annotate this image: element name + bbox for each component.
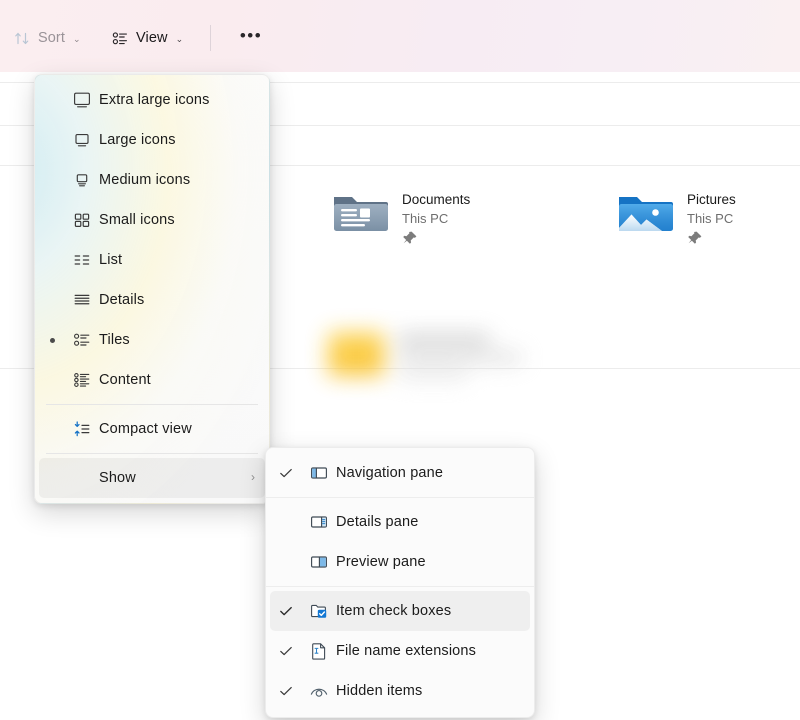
pin-icon — [402, 230, 418, 246]
view-menu-flyout: Extra large icons Large icons — [34, 74, 270, 504]
menu-item-content[interactable]: Content — [39, 360, 265, 400]
list-item-text: Documents This PC — [402, 190, 470, 246]
pictures-folder-icon — [617, 190, 673, 238]
menu-item-medium-icons[interactable]: Medium icons — [39, 160, 265, 200]
content-view-icon — [65, 370, 99, 390]
details-pane-icon — [302, 512, 336, 532]
submenu-divider — [266, 497, 534, 498]
sort-arrows-icon — [14, 30, 31, 47]
sort-button-label: Sort — [38, 31, 65, 46]
menu-item-tiles[interactable]: Tiles — [39, 320, 265, 360]
chevron-right-icon: › — [251, 470, 255, 484]
list-item-name: Pictures — [687, 192, 736, 209]
small-icons-icon — [65, 210, 99, 230]
view-button-label: View — [136, 31, 168, 46]
see-more-button[interactable]: ••• — [224, 22, 278, 54]
medium-icons-icon — [65, 170, 99, 190]
menu-item-label: Extra large icons — [99, 92, 255, 108]
pin-icon — [687, 230, 703, 246]
checkmark-icon — [270, 465, 302, 481]
menu-item-label: Small icons — [99, 212, 255, 228]
redacted-text — [398, 330, 522, 386]
list-item-redacted — [328, 330, 518, 392]
view-list-icon — [112, 30, 129, 47]
chevron-down-icon: ⌄ — [73, 34, 81, 45]
submenu-item-navigation-pane[interactable]: Navigation pane — [270, 453, 530, 493]
large-icons-icon — [65, 130, 99, 150]
selection-bullet — [39, 338, 65, 343]
menu-item-label: Show — [99, 470, 245, 486]
submenu-item-preview-pane[interactable]: Preview pane — [270, 542, 530, 582]
menu-item-label: Content — [99, 372, 255, 388]
checkmark-icon — [270, 603, 302, 619]
menu-item-details[interactable]: Details — [39, 280, 265, 320]
ellipsis-icon: ••• — [240, 27, 262, 44]
submenu-item-label: Hidden items — [336, 683, 520, 699]
file-explorer-window: Sort ⌄ View ⌄ ••• — [0, 0, 800, 720]
documents-folder-icon — [332, 190, 388, 238]
menu-item-label: Tiles — [99, 332, 255, 348]
checkmark-icon — [270, 683, 302, 699]
submenu-item-details-pane[interactable]: Details pane — [270, 502, 530, 542]
hidden-items-eye-icon — [302, 681, 336, 701]
tiles-view-icon — [65, 330, 99, 350]
list-item-subtitle: This PC — [402, 210, 470, 228]
menu-item-label: List — [99, 252, 255, 268]
folder-icon-blurred — [328, 332, 384, 376]
menu-item-label: Large icons — [99, 132, 255, 148]
list-item-subtitle: This PC — [687, 210, 736, 228]
toolbar-divider — [210, 25, 211, 51]
navigation-pane-icon — [302, 463, 336, 483]
sort-button[interactable]: Sort ⌄ — [6, 22, 89, 54]
item-check-boxes-icon — [302, 601, 336, 621]
menu-item-compact-view[interactable]: Compact view — [39, 409, 265, 449]
details-view-icon — [65, 290, 99, 310]
menu-item-list[interactable]: List — [39, 240, 265, 280]
list-item-text: Pictures This PC — [687, 190, 736, 246]
menu-item-label: Medium icons — [99, 172, 255, 188]
menu-item-small-icons[interactable]: Small icons — [39, 200, 265, 240]
file-name-extensions-icon — [302, 641, 336, 661]
submenu-item-file-name-extensions[interactable]: File name extensions — [270, 631, 530, 671]
list-item-name: Documents — [402, 192, 470, 209]
command-bar: Sort ⌄ View ⌄ ••• — [0, 0, 800, 72]
show-submenu-flyout: Navigation pane Details pane — [265, 447, 535, 718]
submenu-item-label: Item check boxes — [336, 603, 520, 619]
menu-item-large-icons[interactable]: Large icons — [39, 120, 265, 160]
menu-item-extra-large-icons[interactable]: Extra large icons — [39, 80, 265, 120]
menu-divider — [46, 453, 258, 454]
submenu-item-item-check-boxes[interactable]: Item check boxes — [270, 591, 530, 631]
submenu-item-label: Navigation pane — [336, 465, 520, 481]
menu-divider — [46, 404, 258, 405]
submenu-divider — [266, 586, 534, 587]
menu-item-label: Details — [99, 292, 255, 308]
list-view-icon — [65, 250, 99, 270]
compact-view-icon — [65, 419, 99, 439]
checkmark-icon — [270, 643, 302, 659]
menu-item-show[interactable]: Show › — [39, 458, 265, 498]
list-item[interactable]: Pictures This PC — [617, 190, 736, 246]
preview-pane-icon — [302, 552, 336, 572]
submenu-item-label: File name extensions — [336, 643, 520, 659]
menu-item-label: Compact view — [99, 421, 255, 437]
extra-large-icons-icon — [65, 90, 99, 110]
list-item[interactable]: Documents This PC — [332, 190, 470, 246]
chevron-down-icon: ⌄ — [176, 34, 184, 45]
submenu-item-label: Preview pane — [336, 554, 520, 570]
submenu-item-label: Details pane — [336, 514, 520, 530]
submenu-item-hidden-items[interactable]: Hidden items — [270, 671, 530, 711]
view-button[interactable]: View ⌄ — [104, 22, 191, 54]
